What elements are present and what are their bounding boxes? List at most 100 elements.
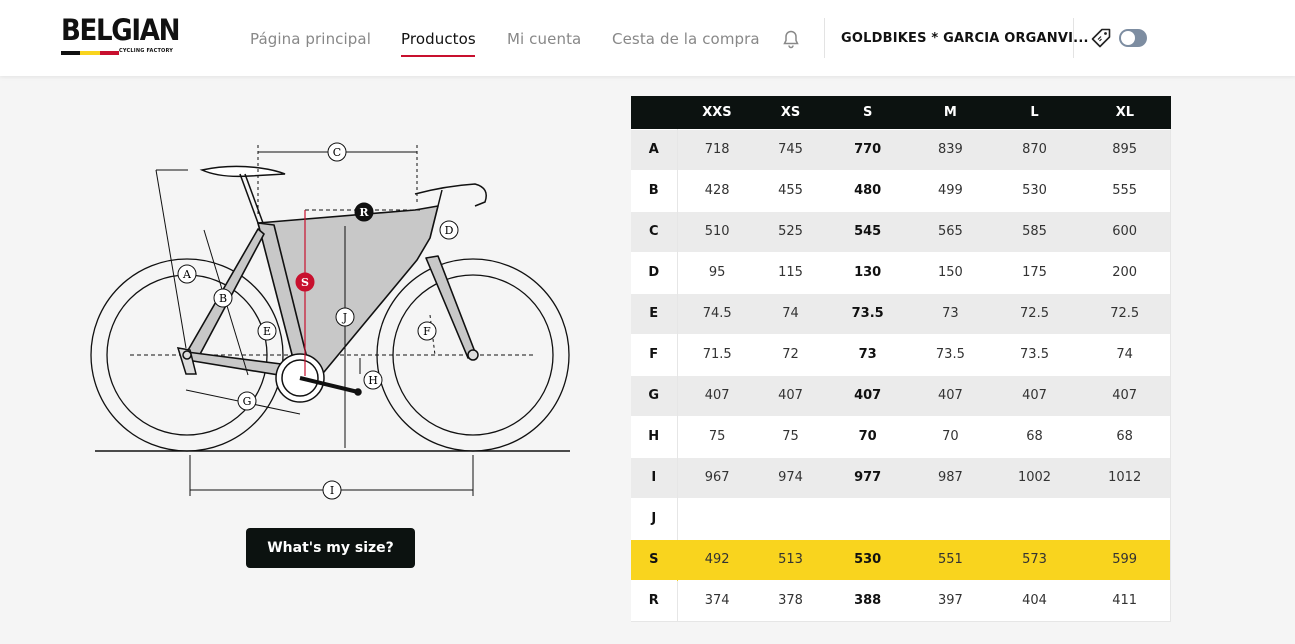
bell-icon[interactable] xyxy=(781,29,801,53)
table-cell: 72 xyxy=(756,333,825,375)
price-tag-icon[interactable] xyxy=(1090,27,1112,53)
table-cell: 74 xyxy=(1079,333,1172,375)
diagram-label-d: D xyxy=(439,220,459,240)
table-cell: 407 xyxy=(989,374,1080,416)
table-cell: 585 xyxy=(989,210,1080,252)
table-cell xyxy=(911,497,990,539)
table-row: H 75 75 70 70 68 68 xyxy=(631,415,1172,457)
logo-wordmark: BELGIAN xyxy=(61,13,180,47)
diagram-label-a: A xyxy=(177,264,197,284)
nav-cart[interactable]: Cesta de la compra xyxy=(612,30,760,48)
diagram-label-h: H xyxy=(363,370,383,390)
table-row: J xyxy=(631,497,1172,539)
table-cell: 480 xyxy=(824,169,912,211)
table-cell xyxy=(1079,497,1172,539)
table-cell: 74.5 xyxy=(677,292,757,334)
table-cell: 870 xyxy=(989,128,1080,170)
row-label: J xyxy=(631,497,678,539)
table-cell: 745 xyxy=(756,128,825,170)
table-cell: 977 xyxy=(824,456,912,498)
svg-text:G: G xyxy=(243,395,252,408)
table-cell: 72.5 xyxy=(1079,292,1172,334)
table-cell xyxy=(824,497,912,539)
table-cell: 68 xyxy=(1079,415,1172,457)
svg-text:H: H xyxy=(368,374,378,387)
table-cell: 200 xyxy=(1079,251,1172,293)
table-cell: 407 xyxy=(756,374,825,416)
size-header: L xyxy=(989,96,1080,129)
table-cell: 73 xyxy=(911,292,990,334)
table-cell: 74 xyxy=(756,292,825,334)
nav-my-account[interactable]: Mi cuenta xyxy=(507,30,581,48)
table-cell: 499 xyxy=(911,169,990,211)
table-cell: 73.5 xyxy=(911,333,990,375)
active-nav-indicator xyxy=(401,55,475,57)
nav-home[interactable]: Página principal xyxy=(250,30,371,48)
table-cell: 530 xyxy=(989,169,1080,211)
nav-products[interactable]: Productos xyxy=(401,30,476,48)
brand-logo[interactable]: BELGIAN CYCLING FACTORY xyxy=(61,13,180,59)
table-cell: 1012 xyxy=(1079,456,1172,498)
diagram-label-i: I xyxy=(322,480,342,500)
table-cell: 407 xyxy=(1079,374,1172,416)
row-label: S xyxy=(631,538,678,580)
table-cell: 407 xyxy=(911,374,990,416)
table-cell: 573 xyxy=(989,538,1080,580)
svg-text:D: D xyxy=(445,224,454,237)
row-label: R xyxy=(631,579,678,622)
table-cell: 397 xyxy=(911,579,990,622)
table-cell: 404 xyxy=(989,579,1080,622)
table-header-corner xyxy=(631,96,677,129)
table-row: G 407 407 407 407 407 407 xyxy=(631,374,1172,416)
theme-toggle[interactable] xyxy=(1119,29,1147,47)
row-label: B xyxy=(631,169,678,211)
table-cell: 600 xyxy=(1079,210,1172,252)
diagram-label-c: C xyxy=(327,142,347,162)
row-label: D xyxy=(631,251,678,293)
table-cell: 987 xyxy=(911,456,990,498)
table-row: I 967 974 977 987 1002 1012 xyxy=(631,456,1172,498)
table-cell: 175 xyxy=(989,251,1080,293)
table-cell: 967 xyxy=(677,456,757,498)
table-cell: 411 xyxy=(1079,579,1172,622)
table-cell: 510 xyxy=(677,210,757,252)
row-label: A xyxy=(631,128,678,170)
table-cell: 718 xyxy=(677,128,757,170)
table-row: R 374 378 388 397 404 411 xyxy=(631,579,1172,622)
site-header: BELGIAN CYCLING FACTORY Página principal… xyxy=(0,0,1295,76)
svg-text:B: B xyxy=(219,292,227,305)
table-cell: 150 xyxy=(911,251,990,293)
table-cell xyxy=(989,497,1080,539)
table-cell xyxy=(756,497,825,539)
row-label: H xyxy=(631,415,678,457)
table-cell: 839 xyxy=(911,128,990,170)
whats-my-size-button[interactable]: What's my size? xyxy=(246,528,415,568)
size-header: M xyxy=(911,96,990,129)
table-cell: 130 xyxy=(824,251,912,293)
table-cell: 565 xyxy=(911,210,990,252)
diagram-label-r: R xyxy=(354,202,374,222)
svg-text:E: E xyxy=(263,325,271,338)
svg-text:A: A xyxy=(182,268,192,281)
table-cell: 378 xyxy=(756,579,825,622)
table-cell: 555 xyxy=(1079,169,1172,211)
row-label: E xyxy=(631,292,678,334)
table-row: A 718 745 770 839 870 895 xyxy=(631,128,1172,170)
account-name[interactable]: GOLDBIKES * GARCIA ORGANVI... xyxy=(841,31,1089,46)
table-cell: 374 xyxy=(677,579,757,622)
table-row: E 74.5 74 73.5 73 72.5 72.5 xyxy=(631,292,1172,334)
table-cell: 73.5 xyxy=(989,333,1080,375)
table-cell: 72.5 xyxy=(989,292,1080,334)
table-cell: 599 xyxy=(1079,538,1172,580)
table-cell: 407 xyxy=(824,374,912,416)
table-cell: 75 xyxy=(677,415,757,457)
svg-text:I: I xyxy=(330,484,334,497)
table-row: S 492 513 530 551 573 599 xyxy=(631,538,1172,580)
svg-text:C: C xyxy=(333,146,341,159)
table-cell xyxy=(677,497,757,539)
table-cell: 428 xyxy=(677,169,757,211)
size-header: XS xyxy=(756,96,825,129)
table-cell: 530 xyxy=(824,538,912,580)
svg-text:J: J xyxy=(342,311,347,324)
diagram-label-g: G xyxy=(237,391,257,411)
